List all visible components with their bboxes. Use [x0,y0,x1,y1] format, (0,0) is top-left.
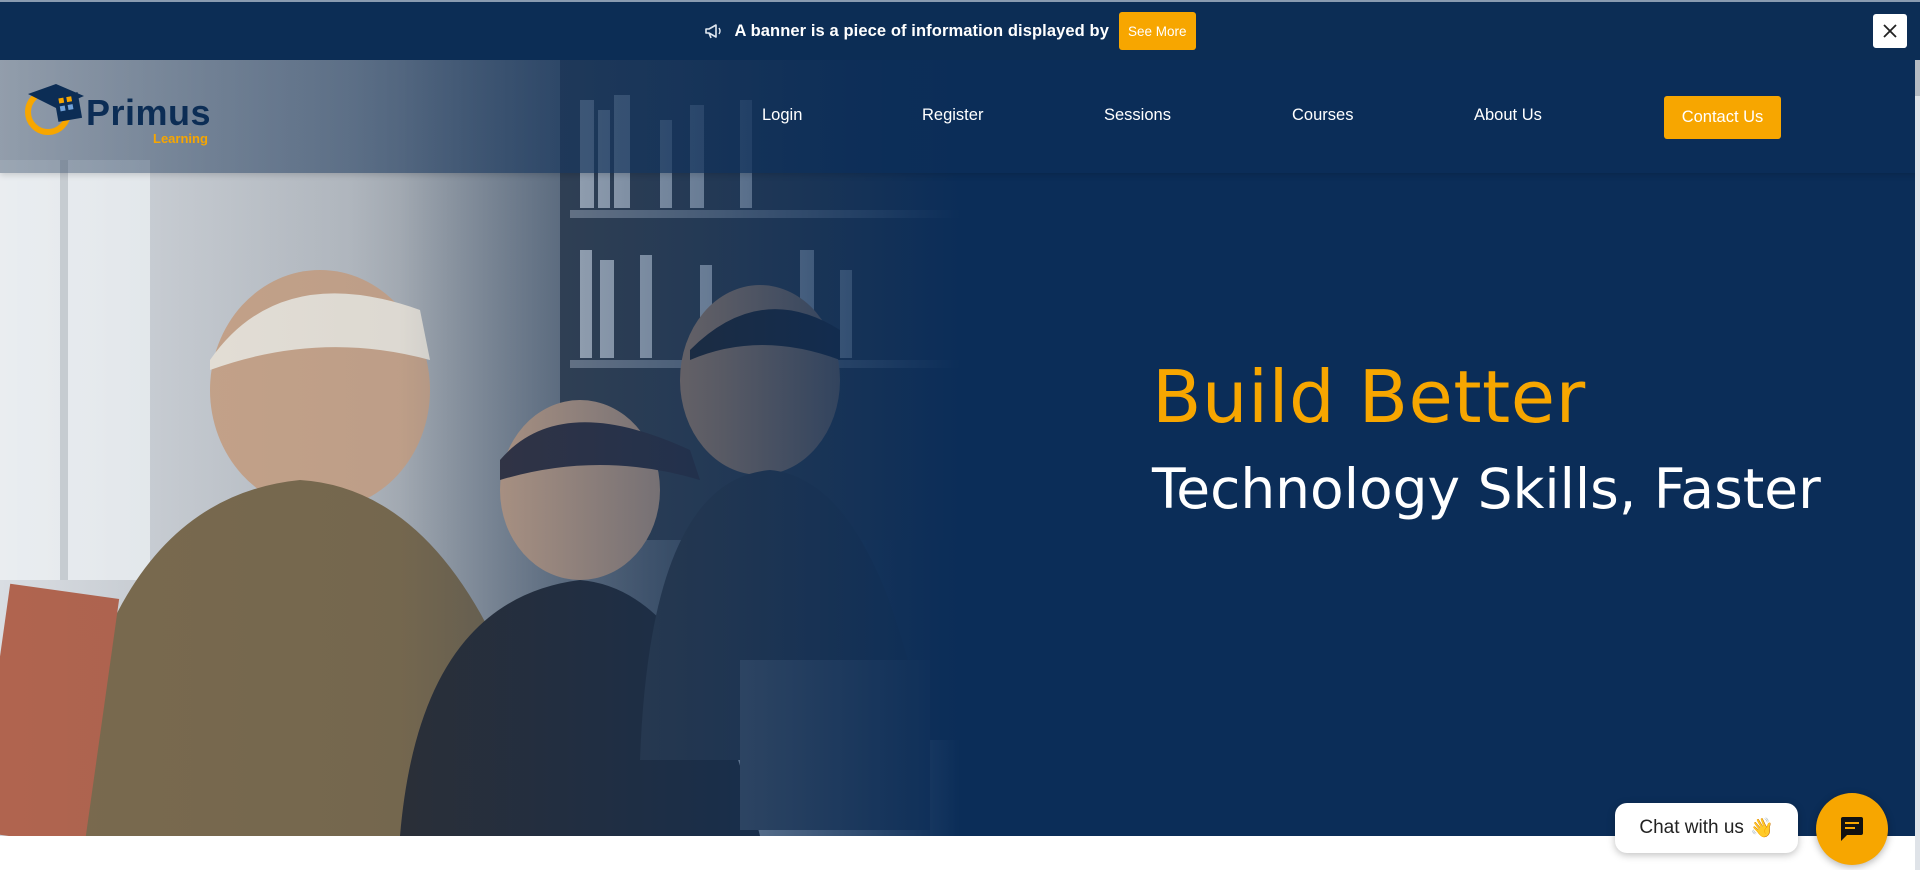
logo-mark-icon [25,84,84,135]
nav-about-us[interactable]: About Us [1474,106,1542,125]
hero-subheadline: Technology Skills, Faster [1152,457,1821,521]
chat-icon [1841,817,1863,841]
chat-prompt-bubble[interactable]: Chat with us 👋 [1615,803,1798,853]
page-scrollbar[interactable] [1915,60,1920,870]
close-icon [1883,24,1897,38]
scrollbar-thumb[interactable] [1915,60,1920,96]
megaphone-icon [705,24,722,39]
main-navbar: Primus Learning Login Register Sessions … [0,60,1920,173]
brand-name: Primus [86,92,212,133]
announcement-banner: A banner is a piece of information displ… [0,0,1920,60]
brand-logo[interactable]: Primus Learning [22,80,222,150]
nav-sessions[interactable]: Sessions [1104,106,1171,125]
banner-text: A banner is a piece of information displ… [734,21,1109,40]
nav-register[interactable]: Register [922,106,983,125]
banner-close-button[interactable] [1873,14,1907,48]
brand-subtitle: Learning [153,131,208,146]
nav-courses[interactable]: Courses [1292,106,1353,125]
hero-headline: Build Better [1152,355,1586,439]
contact-us-button[interactable]: Contact Us [1664,96,1781,139]
see-more-button[interactable]: See More [1118,12,1196,50]
hero-photo-overlay [0,60,1000,836]
chat-launcher-button[interactable] [1816,793,1888,865]
hero-section: Primus Learning Login Register Sessions … [0,60,1920,836]
nav-login[interactable]: Login [762,106,802,125]
banner-content: A banner is a piece of information displ… [704,12,1196,50]
chat-prompt-text: Chat with us [1639,817,1744,838]
wave-emoji-icon: 👋 [1749,818,1774,839]
